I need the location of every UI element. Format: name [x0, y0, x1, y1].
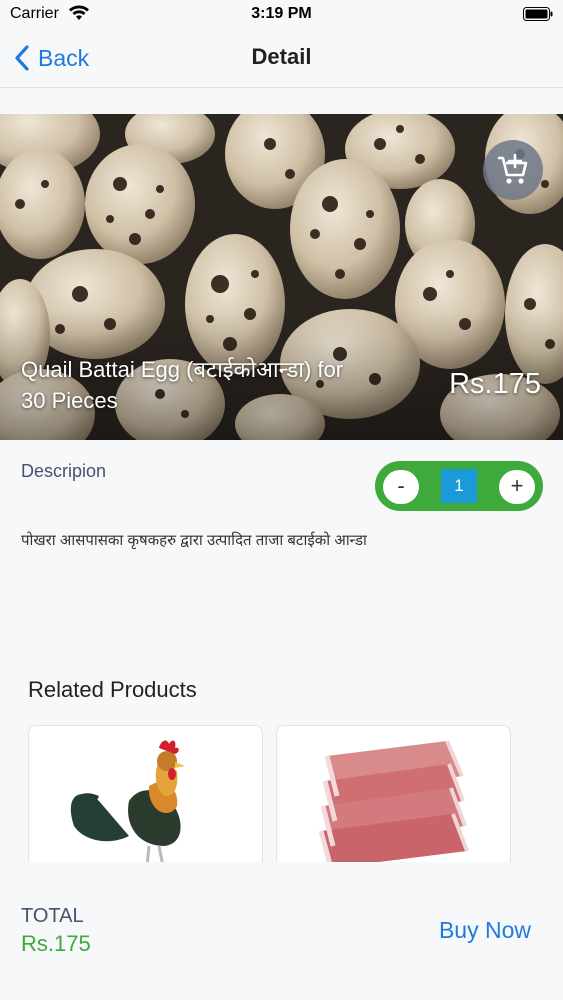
- rooster-image: [70, 740, 185, 867]
- total-value: Rs.175: [21, 931, 91, 956]
- product-hero-image: Quail Battai Egg (बटाईकोआन्डा) for 30 Pi…: [0, 114, 563, 440]
- related-product-card[interactable]: [276, 725, 511, 877]
- related-products-title: Related Products: [28, 677, 197, 702]
- quantity-value: 1: [441, 469, 477, 503]
- status-bar: Carrier 3:19 PM: [0, 0, 563, 30]
- related-product-card[interactable]: [28, 725, 263, 877]
- buy-now-button[interactable]: Buy Now: [439, 917, 531, 944]
- checkout-bar: TOTAL Rs.175 Buy Now: [0, 862, 563, 1000]
- description-text: पोखरा आसपासका कृषकहरु द्वारा उत्पादित ता…: [21, 532, 367, 549]
- total-label: TOTAL: [21, 905, 84, 927]
- description-label: Descripion: [21, 461, 107, 481]
- product-price: Rs.175: [449, 368, 541, 400]
- cart-plus-icon: [498, 153, 528, 184]
- product-detail-screen: Carrier 3:19 PM Back Detail Quail Battai…: [0, 0, 563, 1000]
- product-name: Quail Battai Egg (बटाईकोआन्डा) for 30 Pi…: [21, 357, 344, 413]
- battery-icon: [523, 7, 553, 21]
- increment-button[interactable]: +: [499, 470, 535, 504]
- quantity-stepper: - 1 +: [375, 461, 543, 511]
- page-title: Detail: [251, 44, 312, 69]
- meat-image: [318, 740, 469, 869]
- navigation-bar: Back Detail: [0, 30, 563, 88]
- add-to-cart-button[interactable]: [483, 140, 543, 200]
- clock: 3:19 PM: [251, 5, 312, 22]
- decrement-button[interactable]: -: [383, 470, 419, 504]
